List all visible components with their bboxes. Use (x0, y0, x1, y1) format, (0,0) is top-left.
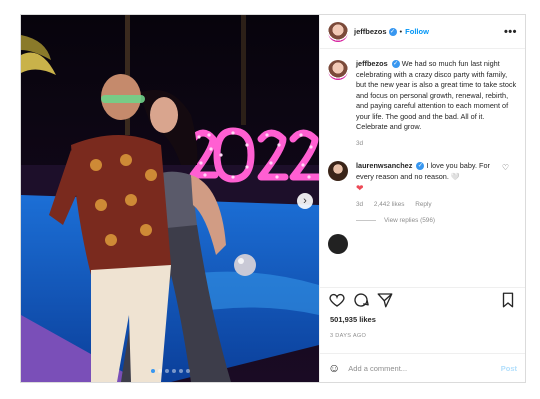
header-separator: • (399, 27, 403, 36)
comment-username[interactable]: laurenwsanchez (356, 161, 412, 170)
verified-icon: ✓ (391, 60, 400, 69)
next-image-button[interactable]: › (297, 193, 313, 209)
carousel-dot (157, 369, 162, 373)
caption-age[interactable]: 3d (356, 140, 363, 147)
action-bar (320, 287, 525, 311)
add-comment-input[interactable] (348, 363, 479, 373)
author-avatar[interactable] (328, 60, 348, 80)
replies-divider (356, 220, 376, 221)
post-image[interactable]: › (21, 15, 319, 382)
carousel-dot (171, 369, 176, 373)
red-heart-emoji: ❤ (356, 183, 364, 193)
next-comment-partial (328, 234, 517, 254)
carousel-indicator (21, 369, 319, 373)
post-dialog: › jeffbezos ✓ • Follow ••• jeffbezos ✓ W… (20, 14, 526, 383)
verified-icon: ✓ (388, 27, 397, 36)
post-comment-button[interactable]: Post (501, 364, 517, 373)
post-sidebar: jeffbezos ✓ • Follow ••• jeffbezos ✓ We … (319, 15, 525, 382)
likes-count[interactable]: 501,935 likes (330, 315, 376, 324)
share-icon[interactable] (376, 291, 394, 309)
more-icon[interactable]: ••• (504, 26, 517, 38)
party-photo (21, 15, 319, 382)
reply-button[interactable]: Reply (415, 201, 431, 208)
commenter-avatar[interactable] (328, 161, 348, 181)
carousel-dot (164, 369, 169, 373)
comment-icon[interactable] (352, 291, 370, 309)
add-comment-bar: ☺ Post (320, 353, 525, 382)
comments-list[interactable]: jeffbezos ✓ We had so much fun last nigh… (320, 49, 525, 287)
commenter-avatar[interactable] (328, 234, 348, 254)
follow-button[interactable]: Follow (405, 27, 429, 36)
author-username[interactable]: jeffbezos (354, 27, 387, 36)
caption-item: jeffbezos ✓ We had so much fun last nigh… (328, 59, 517, 149)
chevron-right-icon: › (303, 195, 307, 207)
carousel-dot (185, 369, 190, 373)
comment-age[interactable]: 3d (356, 201, 363, 208)
heart-icon[interactable] (328, 291, 346, 309)
comment-likes[interactable]: 2,442 likes (374, 201, 405, 208)
post-date[interactable]: 3 DAYS AGO (330, 333, 366, 339)
verified-icon: ✓ (416, 162, 425, 171)
comment-item: laurenwsanchez ✓ I love you baby. For ev… (328, 161, 517, 210)
caption-text: We had so much fun last night celebratin… (356, 59, 517, 131)
carousel-dot (150, 369, 155, 373)
comment-like-heart-icon[interactable]: ♡ (502, 163, 509, 172)
author-avatar[interactable] (328, 21, 348, 42)
carousel-dot (178, 369, 183, 373)
caption-username[interactable]: jeffbezos (356, 59, 388, 68)
view-replies-label: View replies (596) (384, 217, 436, 224)
emoji-icon[interactable]: ☺ (328, 361, 340, 375)
view-replies-button[interactable]: View replies (596) (356, 217, 517, 224)
bookmark-icon[interactable] (499, 291, 517, 309)
post-header: jeffbezos ✓ • Follow ••• (320, 15, 525, 49)
